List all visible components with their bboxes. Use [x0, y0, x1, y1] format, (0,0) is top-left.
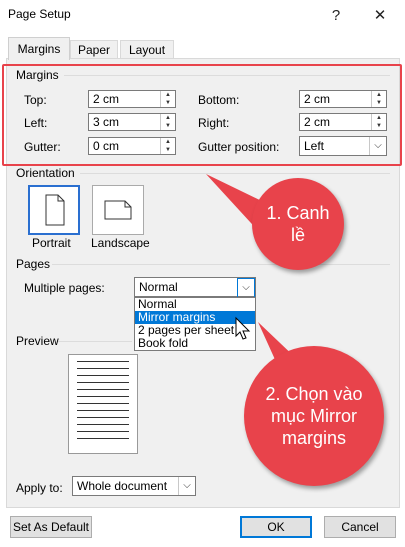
callout-step-1: 1. Canh lề — [252, 178, 344, 270]
callout-step-2: 2. Chọn vào mục Mirror margins — [244, 346, 384, 486]
callout-step-1-text: 1. Canh lề — [266, 203, 330, 245]
tab-margins[interactable]: Margins — [8, 37, 70, 60]
callout-step-2-text: 2. Chọn vào mục Mirror margins — [265, 384, 363, 448]
